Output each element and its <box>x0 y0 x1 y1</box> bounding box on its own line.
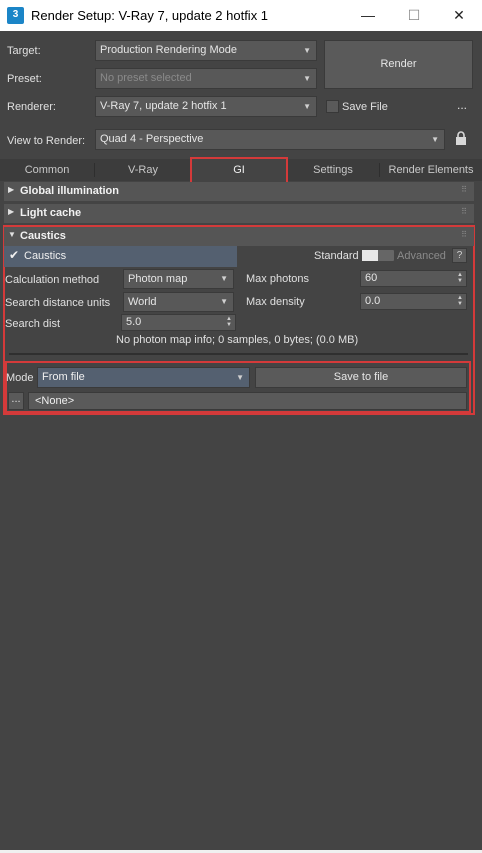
search-units-value: World <box>128 296 157 308</box>
search-dist-value: 5.0 <box>126 316 142 328</box>
target-value: Production Rendering Mode <box>100 44 237 56</box>
caustics-enable-row[interactable]: ✔ Caustics <box>4 246 237 267</box>
preset-value: No preset selected <box>100 72 192 84</box>
maximize-button[interactable]: ☐ <box>391 0 437 31</box>
search-distance-units-label: Search distance units <box>5 297 111 309</box>
chevron-down-icon: ▼ <box>431 135 439 144</box>
standard-advanced-toggle[interactable] <box>362 250 394 261</box>
rollout-title: Caustics <box>20 230 66 242</box>
renderer-dropdown[interactable]: V-Ray 7, update 2 hotfix 1 ▼ <box>95 96 317 117</box>
chevron-down-icon: ▼ <box>220 274 228 283</box>
gi-tab-highlight <box>190 157 288 185</box>
max-photons-spinner[interactable]: 60 ▲ ▼ <box>360 270 467 287</box>
view-value: Quad 4 - Perspective <box>100 133 204 145</box>
render-button[interactable]: Render <box>324 40 473 89</box>
section-divider <box>9 353 468 355</box>
chevron-down-icon: ▼ <box>303 46 311 55</box>
app-icon: 3 <box>7 7 24 24</box>
mode-value: From file <box>42 371 85 383</box>
photon-map-info: No photon map info; 0 samples, 0 bytes; … <box>116 334 359 346</box>
check-icon: ✔ <box>9 248 20 262</box>
rollout-caustics[interactable]: ▼ Caustics ⠿ <box>4 227 474 246</box>
mode-dropdown[interactable]: From file ▼ <box>37 367 250 388</box>
browse-file-button[interactable]: ... <box>8 392 24 410</box>
advanced-label: Advanced <box>397 250 446 262</box>
calculation-method-label: Calculation method <box>5 274 100 286</box>
search-dist-spinner[interactable]: 5.0 ▲ ▼ <box>121 314 236 331</box>
lock-icon[interactable] <box>455 131 467 146</box>
search-distance-units-dropdown[interactable]: World ▼ <box>123 292 234 312</box>
save-to-file-button[interactable]: Save to file <box>255 367 467 388</box>
max-density-spinner[interactable]: 0.0 ▲ ▼ <box>360 293 467 310</box>
minimize-button[interactable]: — <box>345 0 391 31</box>
drag-grip-icon[interactable]: ⠿ <box>461 230 468 239</box>
max-photons-value: 60 <box>365 272 378 284</box>
rollout-title: Global illumination <box>20 185 119 197</box>
close-button[interactable]: ✕ <box>436 0 482 31</box>
target-label: Target: <box>7 45 41 57</box>
calculation-method-value: Photon map <box>128 273 188 285</box>
save-file-label: Save File <box>342 101 388 113</box>
target-dropdown[interactable]: Production Rendering Mode ▼ <box>95 40 317 61</box>
chevron-down-icon: ▼ <box>303 74 311 83</box>
chevron-down-icon: ▼ <box>220 297 228 306</box>
mode-label: Mode <box>6 372 34 384</box>
spinner-arrows-icon[interactable]: ▲ ▼ <box>226 316 232 328</box>
tab-render-elements[interactable]: Render Elements <box>380 159 482 181</box>
preset-dropdown[interactable]: No preset selected ▼ <box>95 68 317 89</box>
rollout-global-illumination[interactable]: ▶ Global illumination ⠿ <box>4 182 474 201</box>
help-button[interactable]: ? <box>452 248 467 263</box>
more-options-button[interactable]: ... <box>457 98 467 112</box>
chevron-down-icon: ▼ <box>303 102 311 111</box>
drag-grip-icon[interactable]: ⠿ <box>461 207 468 216</box>
max-density-value: 0.0 <box>365 295 381 307</box>
renderer-value: V-Ray 7, update 2 hotfix 1 <box>100 100 227 112</box>
drag-grip-icon[interactable]: ⠿ <box>461 185 468 194</box>
toggle-knob <box>362 250 378 261</box>
rollout-light-cache[interactable]: ▶ Light cache ⠿ <box>4 204 474 223</box>
expand-arrow-icon: ▶ <box>8 207 15 216</box>
title-bar: 3 Render Setup: V-Ray 7, update 2 hotfix… <box>0 0 482 31</box>
expand-arrow-icon: ▶ <box>8 185 15 194</box>
save-file-checkbox[interactable] <box>326 100 339 113</box>
view-to-render-dropdown[interactable]: Quad 4 - Perspective ▼ <box>95 129 445 150</box>
spinner-arrows-icon[interactable]: ▲ ▼ <box>457 295 463 307</box>
tab-settings[interactable]: Settings <box>287 159 379 181</box>
caustics-enable-label: Caustics <box>24 250 67 262</box>
rollout-title: Light cache <box>20 207 82 219</box>
max-density-label: Max density <box>246 296 305 308</box>
max-photons-label: Max photons <box>246 273 309 285</box>
window-title: Render Setup: V-Ray 7, update 2 hotfix 1 <box>31 8 269 23</box>
file-path-field[interactable]: <None> <box>28 392 467 410</box>
chevron-down-icon: ▼ <box>236 373 244 382</box>
tab-vray[interactable]: V-Ray <box>95 159 191 181</box>
standard-label: Standard <box>314 250 359 262</box>
collapse-arrow-icon: ▼ <box>8 230 16 239</box>
search-dist-label: Search dist <box>5 318 61 330</box>
view-to-render-label: View to Render: <box>7 135 86 147</box>
renderer-label: Renderer: <box>7 101 56 113</box>
tab-common[interactable]: Common <box>0 159 94 181</box>
preset-label: Preset: <box>7 73 42 85</box>
spinner-arrows-icon[interactable]: ▲ ▼ <box>457 272 463 284</box>
calculation-method-dropdown[interactable]: Photon map ▼ <box>123 269 234 289</box>
